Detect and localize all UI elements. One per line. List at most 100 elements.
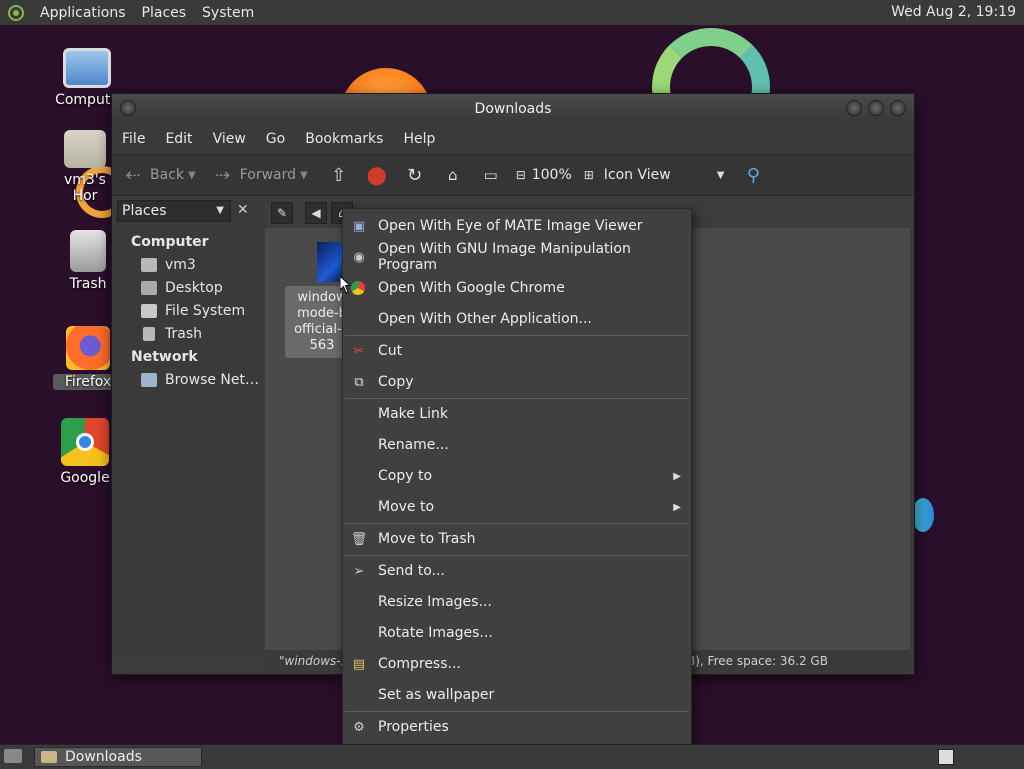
maximize-button[interactable] [868, 100, 884, 116]
drive-icon [141, 304, 157, 318]
desktop-icon-chrome[interactable]: Google [50, 418, 120, 486]
home-icon[interactable]: ⌂ [442, 164, 464, 186]
places-menu[interactable]: Places [142, 5, 187, 21]
sidebar-item-label: Browse Net… [165, 372, 260, 388]
search-icon[interactable]: ⚲ [742, 164, 764, 186]
forward-button[interactable]: ⇢ Forward ▼ [212, 164, 308, 186]
menu-edit[interactable]: Edit [155, 131, 202, 147]
image-viewer-icon: ▣ [352, 218, 366, 234]
menu-item-copy[interactable]: ⧉ Copy [343, 367, 691, 397]
sidebar-heading-computer: Computer [131, 234, 209, 250]
menu-item-rename[interactable]: Rename... [343, 430, 691, 460]
chrome-icon [351, 281, 365, 295]
menubar: File Edit View Go Bookmarks Help [112, 125, 914, 153]
zoom-in-icon[interactable]: ⊞ [578, 164, 600, 186]
copy-icon: ⧉ [354, 374, 364, 390]
window-titlebar[interactable]: Downloads [112, 94, 914, 124]
forward-history-caret-icon[interactable]: ▼ [300, 170, 308, 181]
up-arrow-icon[interactable]: ⇧ [328, 164, 350, 186]
trash-icon [143, 327, 155, 341]
menu-item-move-to[interactable]: Move to ▶ [343, 492, 691, 522]
close-button[interactable] [890, 100, 906, 116]
sidebar-item-trash[interactable]: Trash [141, 326, 202, 342]
toolbar: ⇠ Back ▼ ⇢ Forward ▼ ⇧ ⬤ ↻ ⌂ ▭ ⊟ 100% ⊞ … [112, 154, 914, 196]
minimize-button[interactable] [846, 100, 862, 116]
gimp-icon: ◉ [353, 249, 365, 265]
bottom-panel: Downloads [0, 744, 1024, 769]
back-arrow-icon: ⇠ [125, 164, 141, 186]
back-button[interactable]: ⇠ Back ▼ [122, 164, 196, 186]
menu-item-cut[interactable]: ✂ Cut [343, 336, 691, 366]
menu-help[interactable]: Help [393, 131, 445, 147]
menu-item-open-other[interactable]: Open With Other Application... [343, 304, 691, 334]
menu-item-open-chrome[interactable]: Open With Google Chrome [343, 273, 691, 303]
menu-item-send-to[interactable]: ➢ Send to... [343, 556, 691, 586]
computer-icon[interactable]: ▭ [480, 164, 502, 186]
menu-item-label: Rotate Images... [378, 625, 493, 641]
zoom-out-icon[interactable]: ⊟ [510, 164, 532, 186]
sidebar-item-browse-network[interactable]: Browse Net… [141, 372, 259, 388]
menu-item-label: Open With GNU Image Manipulation Program [378, 241, 631, 273]
menu-item-label: Move to [378, 499, 435, 515]
clock[interactable]: Wed Aug 2, 19:19 [891, 4, 1016, 20]
menu-item-label: Make Link [378, 406, 448, 422]
menu-view[interactable]: View [203, 131, 256, 147]
sidebar-item-desktop[interactable]: Desktop [141, 280, 223, 296]
menu-item-compress[interactable]: ▤ Compress... [343, 649, 691, 679]
trash-icon [70, 230, 106, 272]
send-icon: ➢ [353, 563, 365, 579]
system-menu[interactable]: System [202, 5, 254, 21]
computer-icon [63, 48, 111, 88]
sidebar-item-label: vm3 [165, 257, 196, 273]
menu-item-label: Open With Google Chrome [378, 280, 565, 296]
menu-item-label: Cut [378, 343, 403, 359]
menu-item-label: Resize Images... [378, 594, 492, 610]
menu-bookmarks[interactable]: Bookmarks [295, 131, 393, 147]
edit-location-icon[interactable]: ✎ [271, 202, 293, 224]
menu-item-resize-images[interactable]: Resize Images... [343, 587, 691, 617]
menu-item-open-gimp[interactable]: ◉ Open With GNU Image Manipulation Progr… [343, 241, 691, 273]
window-menu-button[interactable] [120, 100, 136, 116]
view-mode-caret-icon: ▼ [716, 169, 725, 181]
network-icon [141, 373, 157, 387]
back-label: Back [150, 167, 184, 183]
menu-item-label: Open With Other Application... [378, 311, 592, 327]
menu-item-set-wallpaper[interactable]: Set as wallpaper [343, 680, 691, 710]
desktop-folder-icon [141, 281, 157, 295]
stop-icon[interactable]: ⬤ [366, 164, 388, 186]
sidebar-item-vm3[interactable]: vm3 [141, 257, 196, 273]
workspace-switcher[interactable] [938, 749, 954, 765]
menu-item-make-link[interactable]: Make Link [343, 399, 691, 429]
sidebar-close-icon[interactable]: ✕ [237, 202, 249, 218]
folder-icon [41, 751, 57, 763]
sidebar-item-file-system[interactable]: File System [141, 303, 245, 319]
back-history-caret-icon[interactable]: ▼ [188, 170, 196, 181]
menu-item-label: Open With Eye of MATE Image Viewer [378, 218, 643, 234]
menu-go[interactable]: Go [256, 131, 295, 147]
sidebar-selector[interactable]: Places ▼ [117, 200, 231, 222]
show-desktop-icon[interactable] [4, 749, 22, 763]
menu-item-properties[interactable]: ⚙ Properties [343, 712, 691, 742]
scissors-icon: ✂ [353, 343, 365, 359]
sidebar-item-label: File System [165, 303, 246, 319]
sidebar-selector-label: Places [122, 203, 167, 219]
mate-logo-icon[interactable] [8, 4, 24, 21]
firefox-icon [66, 326, 110, 370]
menu-item-label: Rename... [378, 437, 449, 453]
path-left-arrow-icon[interactable]: ◀ [305, 202, 327, 224]
trash-icon: 🗑 [350, 531, 368, 547]
window-title: Downloads [474, 101, 552, 117]
submenu-arrow-icon: ▶ [673, 470, 681, 482]
taskbar-item-label: Downloads [65, 749, 142, 765]
desktop-icon-home[interactable]: vm3's Hor [50, 130, 120, 204]
menu-item-copy-to[interactable]: Copy to ▶ [343, 461, 691, 491]
menu-file[interactable]: File [112, 131, 155, 147]
applications-menu[interactable]: Applications [40, 5, 126, 21]
taskbar-item-downloads[interactable]: Downloads [34, 747, 202, 767]
reload-icon[interactable]: ↻ [404, 164, 426, 186]
menu-item-rotate-images[interactable]: Rotate Images... [343, 618, 691, 648]
menu-item-move-to-trash[interactable]: 🗑 Move to Trash [343, 524, 691, 554]
menu-item-open-eog[interactable]: ▣ Open With Eye of MATE Image Viewer [343, 211, 691, 241]
view-mode-select[interactable]: Icon View ▼ [604, 167, 725, 183]
menu-item-label: Copy [378, 374, 414, 390]
